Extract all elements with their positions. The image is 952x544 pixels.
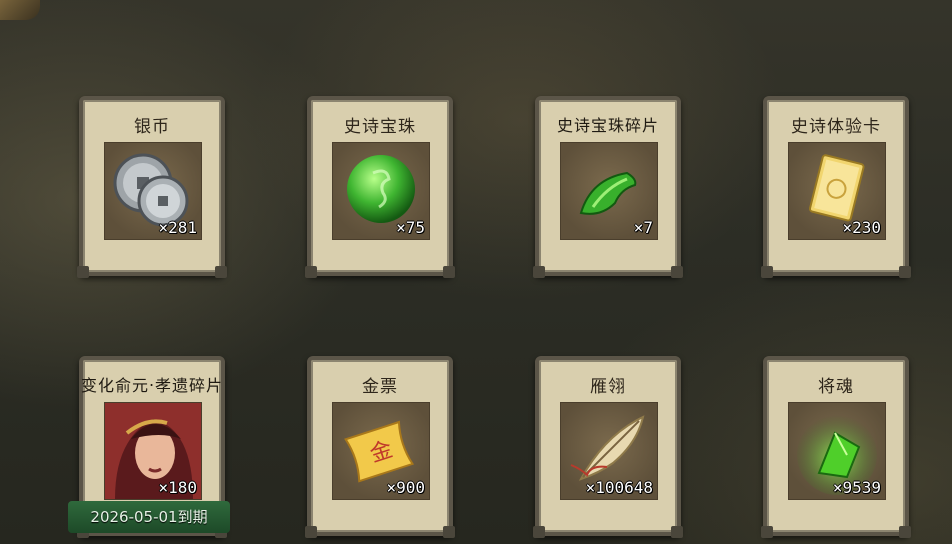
item-slot: ×75 bbox=[332, 142, 430, 240]
item-slot: ×7 bbox=[560, 142, 658, 240]
item-card-feather[interactable]: 雁翎 ×100648 bbox=[533, 356, 683, 538]
item-card-general-soul[interactable]: 将魂 ×9539 bbox=[761, 356, 911, 538]
item-card-gold-ticket[interactable]: 金票 金 ×900 bbox=[305, 356, 455, 538]
item-count: ×75 bbox=[396, 218, 425, 237]
item-name: 史诗宝珠 bbox=[344, 117, 416, 137]
top-left-ornament bbox=[0, 0, 40, 20]
item-count: ×7 bbox=[633, 218, 653, 237]
item-count: ×100648 bbox=[585, 478, 653, 497]
item-slot: ×9539 bbox=[788, 402, 886, 500]
item-name: 变化俞元‧孝遗碎片 bbox=[80, 376, 224, 395]
item-name: 史诗体验卡 bbox=[791, 117, 881, 137]
item-count: ×230 bbox=[842, 218, 881, 237]
item-card-orb-shard[interactable]: 史诗宝珠碎片 ×7 bbox=[533, 96, 683, 278]
item-name: 银币 bbox=[134, 117, 170, 137]
expiry-badge: 2026-05-01到期 bbox=[68, 501, 230, 533]
item-name: 金票 bbox=[362, 377, 398, 397]
item-card-silver-coin[interactable]: 银币 ×281 bbox=[77, 96, 227, 278]
item-slot: ×100648 bbox=[560, 402, 658, 500]
item-name: 雁翎 bbox=[590, 377, 626, 397]
item-name: 将魂 bbox=[818, 377, 854, 397]
item-card-epic-orb[interactable]: 史诗宝珠 ×75 bbox=[305, 96, 455, 278]
item-name: 史诗宝珠碎片 bbox=[556, 116, 659, 135]
item-card-epic-trial-card[interactable]: 史诗体验卡 ×230 bbox=[761, 96, 911, 278]
item-slot: 金 ×900 bbox=[332, 402, 430, 500]
item-slot: ×180 bbox=[104, 402, 202, 500]
item-slot: ×281 bbox=[104, 142, 202, 240]
item-count: ×281 bbox=[158, 218, 197, 237]
item-count: ×9539 bbox=[832, 478, 881, 497]
item-count: ×180 bbox=[158, 478, 197, 497]
item-slot: ×230 bbox=[788, 142, 886, 240]
item-count: ×900 bbox=[386, 478, 425, 497]
